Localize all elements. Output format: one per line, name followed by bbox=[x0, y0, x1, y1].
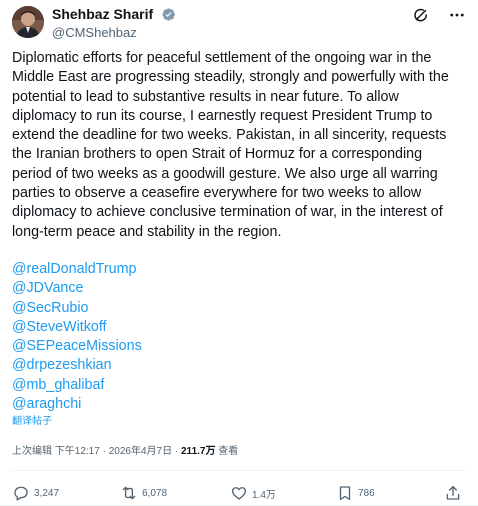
heart-icon bbox=[230, 484, 248, 502]
reply-button[interactable]: 3,247 bbox=[12, 482, 59, 504]
mention-link[interactable]: @realDonaldTrump bbox=[12, 260, 142, 279]
author-block: Shehbaz Sharif @CMShehbaz bbox=[52, 6, 176, 41]
like-button[interactable]: 1.4万 bbox=[230, 482, 276, 504]
edited-label[interactable]: 上次编辑 bbox=[12, 446, 52, 457]
meta-separator: · bbox=[174, 446, 179, 457]
meta-separator: · bbox=[102, 446, 106, 457]
more-icon[interactable] bbox=[448, 6, 466, 29]
like-count: 1.4万 bbox=[252, 489, 276, 501]
tweet-text: Diplomatic efforts for peaceful settleme… bbox=[12, 50, 453, 240]
mention-link[interactable]: @mb_ghalibaf bbox=[12, 376, 142, 395]
author-handle[interactable]: @CMShehbaz bbox=[52, 25, 176, 41]
translate-post-link[interactable]: 翻译帖子 bbox=[12, 415, 52, 428]
mention-link[interactable]: @drpezeshkian bbox=[12, 356, 142, 375]
views-count[interactable]: 211.7万 bbox=[181, 446, 215, 457]
reply-icon bbox=[12, 484, 30, 502]
post-time[interactable]: 下午12:17 bbox=[55, 446, 100, 457]
mention-link[interactable]: @SEPeaceMissions bbox=[12, 337, 142, 356]
mention-link[interactable]: @araghchi bbox=[12, 395, 142, 414]
share-icon bbox=[444, 484, 462, 502]
repost-count: 6,078 bbox=[142, 487, 168, 499]
tweet-header: Shehbaz Sharif @CMShehbaz bbox=[12, 6, 466, 42]
divider bbox=[12, 470, 466, 471]
reply-count: 3,247 bbox=[34, 487, 60, 499]
share-button[interactable] bbox=[444, 482, 462, 504]
mention-link[interactable]: @SecRubio bbox=[12, 299, 142, 318]
header-actions bbox=[412, 6, 466, 28]
bookmark-icon bbox=[336, 484, 354, 502]
repost-icon bbox=[120, 484, 138, 502]
tweet-meta: 上次编辑 下午12:17 · 2026年4月7日 · 211.7万 查看 bbox=[12, 445, 238, 459]
tweet: Shehbaz Sharif @CMShehbaz Diplomatic eff… bbox=[0, 0, 478, 506]
repost-button[interactable]: 6,078 bbox=[120, 482, 167, 504]
bookmark-button[interactable]: 786 bbox=[336, 482, 375, 504]
bookmark-count: 786 bbox=[358, 487, 375, 499]
mention-link[interactable]: @SteveWitkoff bbox=[12, 318, 142, 337]
author-display-name[interactable]: Shehbaz Sharif bbox=[52, 6, 153, 23]
post-date[interactable]: 2026年4月7日 bbox=[109, 446, 172, 457]
views-label: 查看 bbox=[218, 446, 239, 457]
action-bar: 3,247 6,078 1.4万 786 bbox=[12, 482, 466, 504]
mention-link[interactable]: @JDVance bbox=[12, 279, 142, 298]
verified-badge-icon bbox=[161, 7, 176, 22]
avatar[interactable] bbox=[12, 6, 44, 38]
grok-icon[interactable] bbox=[412, 6, 430, 29]
mentions-list: @realDonaldTrump @JDVance @SecRubio @Ste… bbox=[12, 260, 142, 414]
